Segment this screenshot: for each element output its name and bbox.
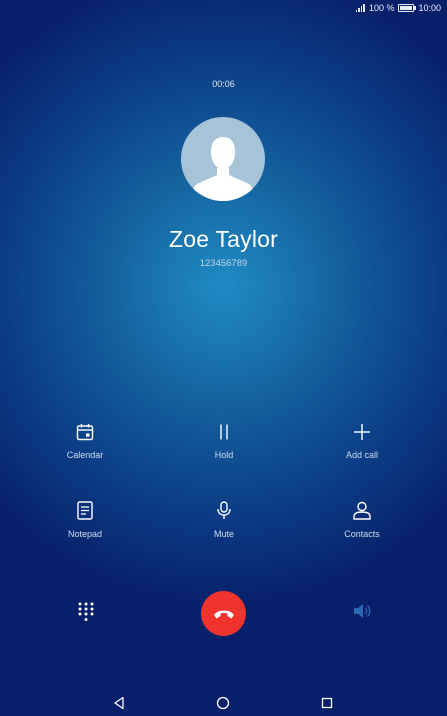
person-silhouette-icon — [193, 137, 253, 201]
status-bar: 100 % 10:00 — [355, 0, 447, 16]
plus-icon — [354, 424, 370, 440]
home-icon[interactable] — [216, 696, 230, 710]
speaker-icon[interactable] — [352, 602, 372, 620]
mute-label: Mute — [213, 529, 234, 539]
notepad-icon — [77, 501, 93, 520]
add-call-button[interactable]: Add call — [312, 423, 412, 460]
contact-avatar — [181, 117, 265, 201]
hold-button[interactable]: Hold — [174, 423, 274, 460]
contact-name: Zoe Taylor — [169, 226, 278, 252]
add-call-label: Add call — [345, 450, 379, 460]
recents-icon[interactable] — [321, 696, 333, 710]
notepad-label: Notepad — [67, 529, 103, 539]
end-call-button[interactable] — [201, 591, 246, 636]
contacts-icon — [353, 501, 371, 520]
status-time: 10:00 — [418, 3, 441, 13]
contacts-button[interactable]: Contacts — [312, 501, 412, 539]
calendar-label: Calendar — [66, 450, 104, 460]
microphone-icon — [217, 501, 231, 519]
end-call-icon — [213, 610, 234, 618]
signal-icon — [355, 4, 365, 12]
battery-percent: 100 % — [368, 3, 395, 13]
battery-icon — [398, 4, 417, 12]
calendar-icon — [76, 424, 94, 441]
navigation-bar — [0, 694, 447, 714]
contact-number: 123456789 — [199, 258, 248, 269]
call-duration: 00:06 — [212, 79, 235, 89]
mute-button[interactable]: Mute — [174, 501, 274, 539]
contacts-label: Contacts — [344, 529, 380, 539]
calendar-button[interactable]: Calendar — [35, 423, 135, 460]
notepad-button[interactable]: Notepad — [35, 501, 135, 539]
hold-label: Hold — [214, 450, 234, 460]
pause-icon — [220, 424, 228, 440]
back-icon[interactable] — [113, 696, 125, 710]
dialpad-icon[interactable] — [77, 601, 95, 623]
